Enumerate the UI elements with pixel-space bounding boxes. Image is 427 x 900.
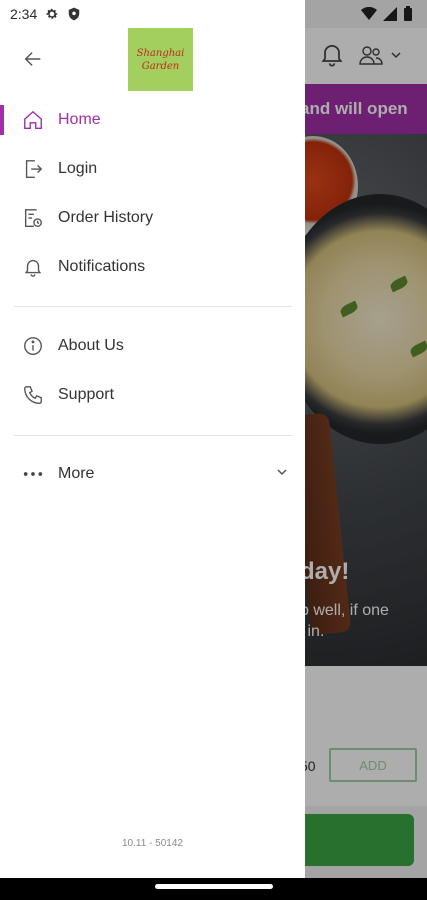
shield-icon	[69, 7, 80, 21]
hero-subtext: p well, if one ' in.	[300, 602, 389, 640]
drawer-item-label: Support	[58, 386, 115, 403]
drawer-item-label: Order History	[58, 209, 154, 226]
restaurant-logo: Shanghai Garden	[128, 28, 193, 91]
drawer-item-support[interactable]: Support	[0, 372, 305, 418]
drawer-item-order-history[interactable]: Order History	[0, 195, 305, 241]
bell-icon	[22, 256, 44, 278]
drawer-item-label: Login	[58, 160, 98, 177]
home-icon	[22, 109, 44, 131]
users-icon	[359, 46, 383, 65]
logo-line-2: Garden	[141, 60, 180, 72]
status-icons	[330, 0, 427, 28]
battery-icon	[404, 6, 412, 21]
hero-heading: day!	[300, 558, 350, 585]
drawer-item-label: Home	[58, 111, 101, 128]
signal-icon	[383, 7, 397, 21]
drawer-item-login[interactable]: Login	[0, 146, 305, 192]
chevron-down-icon	[277, 469, 287, 476]
chevron-down-icon	[391, 52, 401, 59]
drawer-divider	[14, 306, 292, 307]
drawer-item-home[interactable]: Home	[0, 97, 305, 143]
drawer-item-label: More	[58, 465, 95, 482]
app-version: 10.11 - 50142	[122, 838, 183, 849]
drawer-item-more[interactable]: More	[0, 451, 305, 497]
drawer-item-notifications[interactable]: Notifications	[0, 244, 305, 290]
home-gesture-handle[interactable]	[155, 884, 273, 889]
drawer-item-label: Notifications	[58, 258, 146, 275]
drawer-divider	[14, 435, 292, 436]
add-button[interactable]: ADD	[329, 748, 417, 782]
gesture-nav-bar	[0, 878, 427, 900]
wifi-icon	[361, 7, 377, 20]
more-dots-icon	[22, 463, 44, 485]
status-bar: 2:34	[0, 0, 305, 28]
phone-icon	[22, 384, 44, 406]
status-time: 2:34	[10, 6, 38, 22]
navigation-drawer: 2:34 Shanghai Garden Home Login Order Hi…	[0, 0, 305, 878]
back-button[interactable]	[18, 44, 48, 74]
settings-gear-icon	[46, 8, 58, 19]
info-icon	[22, 335, 44, 357]
arrow-left-icon	[24, 52, 41, 66]
logo-line-1: Shanghai	[136, 47, 185, 59]
profile-menu[interactable]	[358, 42, 414, 68]
drawer-item-label: About Us	[58, 337, 124, 354]
login-icon	[22, 158, 44, 180]
drawer-item-about-us[interactable]: About Us	[0, 323, 305, 369]
notifications-bell-icon[interactable]	[318, 40, 346, 68]
order-history-icon	[22, 207, 44, 229]
